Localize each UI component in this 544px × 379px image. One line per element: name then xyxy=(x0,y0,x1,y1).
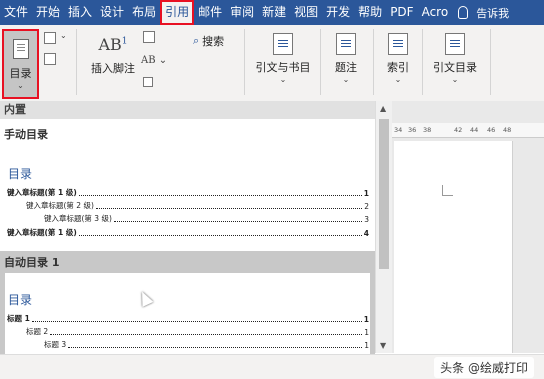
gallery-scrollbar[interactable]: ▲ ▼ xyxy=(375,101,393,353)
watermark-label: 头条 @绘威打印 xyxy=(434,357,534,378)
tab-help[interactable]: 帮助 xyxy=(354,0,386,25)
index-button[interactable]: 索引 ⌄ xyxy=(381,33,415,84)
group-separator xyxy=(244,29,245,95)
toc-entry: 键入章标题(第 1 级) 1 xyxy=(7,188,369,198)
group-separator xyxy=(373,29,374,95)
toc-entry: 键入章标题(第 2 级) 2 xyxy=(26,201,369,211)
references-ribbon: 目录 ⌄ ⌄ AB1 插入脚注 AB ⌄ ⌕ 搜索 引文与书目 ⌄ 题注 ⌄ 索… xyxy=(0,25,544,102)
tab-developer[interactable]: 开发 xyxy=(322,0,354,25)
auto-toc-preview: 目录 标题 11 标题 21 标题 31 xyxy=(5,273,370,354)
ribbon-tab-bar: 文件 开始 插入 设计 布局 引用 邮件 审阅 新建 视图 开发 帮助 PDF … xyxy=(0,0,544,25)
tab-file[interactable]: 文件 xyxy=(0,0,32,25)
search-button[interactable]: ⌕ 搜索 xyxy=(193,33,224,49)
search-label: 搜索 xyxy=(202,35,225,48)
auto-toc-1-option[interactable]: 自动目录 1 目录 标题 11 标题 21 标题 31 xyxy=(0,251,375,354)
authorities-icon xyxy=(445,33,465,55)
chevron-down-icon: ⌄ xyxy=(394,75,402,84)
chevron-down-icon: ⌄ xyxy=(17,81,24,90)
caption-icon xyxy=(336,33,356,55)
builtin-section-header: 内置 xyxy=(0,101,375,119)
tab-mailings[interactable]: 邮件 xyxy=(194,0,226,25)
table-of-contents-button[interactable]: 目录 ⌄ xyxy=(2,29,39,99)
insert-endnote-icon[interactable] xyxy=(143,31,155,43)
toc-button-label: 目录 xyxy=(9,67,32,80)
tab-pdf[interactable]: PDF xyxy=(386,0,417,25)
insert-footnote-label: 插入脚注 xyxy=(91,62,135,75)
scroll-down-icon[interactable]: ▼ xyxy=(380,341,386,350)
toc-entry: 键入章标题(第 1 级) 4 xyxy=(7,228,369,238)
group-separator xyxy=(76,29,77,95)
auto-toc-heading: 目录 xyxy=(8,293,33,307)
manual-toc-title: 手动目录 xyxy=(4,128,48,141)
tab-new[interactable]: 新建 xyxy=(258,0,290,25)
toc-gallery: 内置 手动目录 目录 键入章标题(第 1 级) 1 键入章标题(第 2 级) 2 键… xyxy=(0,101,375,354)
insert-footnote-button[interactable]: AB1 插入脚注 xyxy=(86,35,140,76)
next-footnote-button[interactable]: AB ⌄ xyxy=(141,55,167,66)
group-separator xyxy=(490,29,491,95)
citations-label: 引文与书目 xyxy=(255,61,311,74)
footnote-icon: AB1 xyxy=(98,35,128,54)
group-separator xyxy=(320,29,321,95)
add-text-icon[interactable] xyxy=(44,32,56,44)
manual-toc-heading: 目录 xyxy=(8,167,33,181)
tab-acrobat[interactable]: Acro xyxy=(418,0,453,25)
captions-button[interactable]: 题注 ⌄ xyxy=(328,33,364,84)
table-of-authorities-button[interactable]: 引文目录 ⌄ xyxy=(430,33,480,84)
bottom-strip: 头条 @绘威打印 xyxy=(0,354,544,379)
search-icon: ⌕ xyxy=(193,34,200,47)
tab-references[interactable]: 引用 xyxy=(160,0,195,25)
tab-view[interactable]: 视图 xyxy=(290,0,322,25)
scroll-thumb[interactable] xyxy=(379,119,389,269)
toc-entry: 标题 31 xyxy=(44,340,369,350)
authorities-label: 引文目录 xyxy=(433,61,477,74)
tab-design[interactable]: 设计 xyxy=(96,0,128,25)
toc-entry: 键入章标题(第 3 级) 3 xyxy=(44,214,369,224)
margin-corner-mark xyxy=(442,185,453,196)
chevron-down-icon: ⌄ xyxy=(451,75,459,84)
toc-entry: 标题 21 xyxy=(26,327,369,337)
lightbulb-icon xyxy=(458,6,469,19)
tab-insert[interactable]: 插入 xyxy=(64,0,96,25)
horizontal-ruler: 34 36 38 42 44 46 48 xyxy=(392,123,544,138)
scroll-up-icon[interactable]: ▲ xyxy=(380,104,386,113)
citations-bibliography-button[interactable]: 引文与书目 ⌄ xyxy=(253,33,313,84)
index-label: 索引 xyxy=(387,61,409,74)
document-page[interactable] xyxy=(394,141,513,353)
group-separator xyxy=(422,29,423,95)
tab-layout[interactable]: 布局 xyxy=(128,0,160,25)
index-icon xyxy=(388,33,408,55)
add-text-chevron-icon[interactable]: ⌄ xyxy=(60,31,67,40)
tab-review[interactable]: 审阅 xyxy=(226,0,258,25)
update-table-icon[interactable] xyxy=(44,53,56,65)
chevron-down-icon: ⌄ xyxy=(279,75,287,84)
chevron-down-icon: ⌄ xyxy=(342,75,350,84)
document-area: 34 36 38 42 44 46 48 xyxy=(392,101,544,353)
show-notes-icon[interactable] xyxy=(143,77,153,87)
table-of-contents-icon xyxy=(12,39,29,59)
citation-icon xyxy=(273,33,293,55)
tell-me-box[interactable]: 告诉我 xyxy=(458,5,509,21)
toc-entry: 标题 11 xyxy=(7,314,369,324)
captions-label: 题注 xyxy=(335,61,357,74)
tell-me-label: 告诉我 xyxy=(476,6,510,20)
tab-home[interactable]: 开始 xyxy=(32,0,64,25)
auto-toc-title: 自动目录 1 xyxy=(4,256,60,269)
